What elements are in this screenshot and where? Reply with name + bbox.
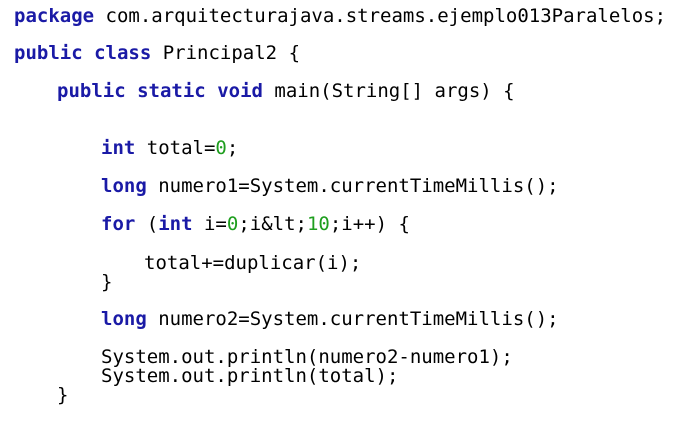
total-declaration: int total=0; (101, 137, 239, 159)
numero1-declaration: long numero1=System.currentTimeMillis(); (101, 175, 559, 197)
keyword-void: void (217, 80, 263, 102)
class-declaration: public class Principal2 { (14, 41, 300, 65)
keyword-int: int (101, 137, 136, 159)
for-loop-header: for (int i=0;i&lt;10;i++) { (101, 213, 410, 235)
package-declaration: package com.arquitecturajava.streams.eje… (14, 4, 666, 28)
keyword-long: long (101, 175, 147, 197)
for-close-brace: } (101, 271, 113, 293)
method-signature: main(String[] args) { (262, 80, 515, 102)
number-literal: 0 (226, 213, 239, 235)
keyword-package: package (14, 5, 95, 27)
number-literal: 0 (215, 137, 227, 159)
keyword-public: public (14, 42, 83, 64)
keyword-for: for (101, 213, 136, 235)
number-literal: 10 (306, 213, 330, 235)
keyword-int: int (158, 213, 193, 235)
keyword-static: static (137, 80, 206, 102)
class-name: Principal2 { (151, 42, 301, 64)
loop-body: total+=duplicar(i); (144, 252, 362, 274)
main-close-brace: } (57, 384, 69, 406)
keyword-class: class (94, 42, 152, 64)
package-name: com.arquitecturajava.streams.ejemplo013P… (94, 5, 667, 27)
numero2-declaration: long numero2=System.currentTimeMillis(); (101, 308, 559, 330)
println-total: System.out.println(total); (101, 365, 399, 387)
main-method-declaration: public static void main(String[] args) { (57, 79, 515, 103)
code-editor[interactable]: package com.arquitecturajava.streams.eje… (0, 0, 679, 441)
keyword-public: public (57, 80, 126, 102)
keyword-long: long (101, 308, 147, 330)
